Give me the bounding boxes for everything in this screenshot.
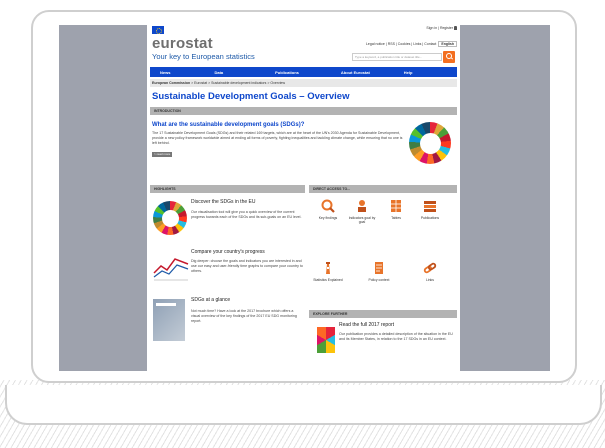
tile-tables[interactable]: Tables bbox=[381, 199, 411, 220]
page-title: Sustainable Development Goals – Overview bbox=[152, 91, 350, 102]
tagline: Your key to European statistics bbox=[152, 52, 255, 61]
sign-in-label[interactable]: Sign in | Register bbox=[426, 26, 453, 30]
tile-policy-context[interactable]: Policy context bbox=[364, 261, 394, 282]
sdg-wheel-thumbnail[interactable] bbox=[153, 201, 187, 235]
highlight-title-1[interactable]: Discover the SDGs in the EU bbox=[191, 199, 255, 205]
introduction-bar: INTRODUCTION bbox=[150, 107, 457, 115]
search-button[interactable] bbox=[443, 51, 455, 63]
utility-links-text[interactable]: Legal notice | RSS | Cookies | Links | C… bbox=[366, 42, 436, 46]
tile-label: Key findings bbox=[318, 216, 338, 220]
tile-label: Publications bbox=[420, 216, 440, 220]
breadcrumb-path[interactable]: > Eurostat > Sustainable development ind… bbox=[190, 81, 285, 85]
utility-links[interactable]: Legal notice | RSS | Cookies | Links | C… bbox=[366, 41, 457, 47]
sdg-wheel-image bbox=[409, 122, 451, 164]
explore-further-bar: EXPLORE FURTHER bbox=[309, 310, 457, 318]
tile-label: Tables bbox=[391, 216, 401, 220]
brochure-thumbnail[interactable] bbox=[153, 299, 185, 341]
report-thumbnail[interactable] bbox=[317, 327, 335, 353]
read-more-button[interactable]: > read more bbox=[152, 152, 173, 157]
direct-access-bar: DIRECT ACCESS TO... bbox=[309, 185, 457, 193]
explore-text: Our publication provides a detailed desc… bbox=[339, 332, 453, 341]
tile-label: Links bbox=[426, 278, 434, 282]
nav-item-help[interactable]: Help bbox=[404, 70, 413, 75]
tile-publications[interactable]: Publications bbox=[415, 199, 445, 220]
highlight-text-1: Our visualisation tool will give you a q… bbox=[191, 210, 302, 219]
tables-icon bbox=[389, 199, 403, 213]
highlights-bar: HIGHLIGHTS bbox=[150, 185, 305, 193]
user-icon bbox=[454, 26, 457, 31]
search-input[interactable]: Type a keyword, a publication title or d… bbox=[352, 53, 442, 61]
laptop-screen: Sign in | Register eurostat Your key to … bbox=[59, 25, 550, 371]
highlight-title-2[interactable]: Compare your country's progress bbox=[191, 249, 265, 255]
link-icon bbox=[423, 261, 437, 275]
main-nav: News Data Publications About Eurostat He… bbox=[150, 67, 457, 77]
eurostat-page: Sign in | Register eurostat Your key to … bbox=[147, 25, 460, 371]
nav-item-publications[interactable]: Publications bbox=[275, 70, 299, 75]
nav-item-news[interactable]: News bbox=[160, 70, 170, 75]
eurostat-logo[interactable]: eurostat bbox=[152, 35, 213, 52]
nav-item-data[interactable]: Data bbox=[214, 70, 223, 75]
indicators-icon bbox=[355, 199, 369, 213]
nav-item-about[interactable]: About Eurostat bbox=[341, 70, 370, 75]
magnifier-icon bbox=[321, 199, 335, 213]
highlight-text-3: Not much time? Have a look at the 2017 b… bbox=[191, 309, 297, 323]
intro-text: The 17 Sustainable Development Goals (SD… bbox=[152, 131, 403, 145]
highlight-text-2: Dig deeper: choose the goals and indicat… bbox=[191, 259, 303, 273]
tile-label: Indicators goal by goal bbox=[348, 216, 376, 224]
language-select[interactable]: English bbox=[438, 41, 457, 47]
lighthouse-icon bbox=[321, 261, 335, 275]
intro-question: What are the sustainable development goa… bbox=[152, 122, 305, 128]
breadcrumb: European Commission > Eurostat > Sustain… bbox=[150, 79, 457, 87]
publications-icon bbox=[423, 199, 437, 213]
explore-title[interactable]: Read the full 2017 report bbox=[339, 322, 394, 328]
tile-indicators[interactable]: Indicators goal by goal bbox=[347, 199, 377, 224]
breadcrumb-root[interactable]: European Commission bbox=[152, 81, 190, 85]
eu-flag-icon bbox=[152, 26, 164, 34]
sign-in-link[interactable]: Sign in | Register bbox=[426, 26, 457, 31]
tile-label: Statistics Explained bbox=[313, 278, 343, 282]
tile-label: Policy context bbox=[368, 278, 390, 282]
tile-statistics-explained[interactable]: Statistics Explained bbox=[313, 261, 343, 282]
line-chart-thumbnail[interactable] bbox=[153, 251, 189, 281]
tile-links[interactable]: Links bbox=[415, 261, 445, 282]
highlight-title-3[interactable]: SDGs at a glance bbox=[191, 297, 230, 303]
laptop-base bbox=[5, 385, 602, 425]
tile-key-findings[interactable]: Key findings bbox=[313, 199, 343, 220]
document-icon bbox=[372, 261, 386, 275]
